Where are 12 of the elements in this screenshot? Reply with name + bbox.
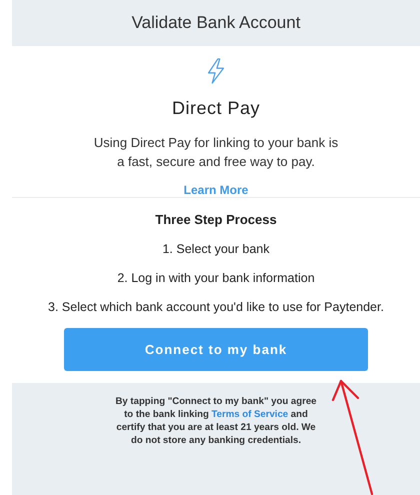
description-text: Using Direct Pay for linking to your bank is a fast, secure and free way to pay. <box>92 134 340 171</box>
learn-more-link[interactable]: Learn More <box>184 183 248 197</box>
terms-link[interactable]: Terms of Service <box>212 409 288 420</box>
page-title: Validate Bank Account <box>132 13 300 33</box>
connect-button[interactable]: Connect to my bank <box>64 328 368 371</box>
section-title: Direct Pay <box>172 98 260 119</box>
step-text: 2. Log in with your bank information <box>117 270 315 287</box>
lightning-icon <box>206 58 226 84</box>
step-text: 1. Select your bank <box>162 241 270 258</box>
step-text: 3. Select which bank account you'd like to use for Paytender. <box>48 299 384 316</box>
process-title: Three Step Process <box>155 212 277 227</box>
disclaimer-text: By tapping "Connect to my bank" you agree to the bank linking Terms of Service and certify that you are at least 21 years old. We do not store any banking credentials. <box>114 395 318 448</box>
